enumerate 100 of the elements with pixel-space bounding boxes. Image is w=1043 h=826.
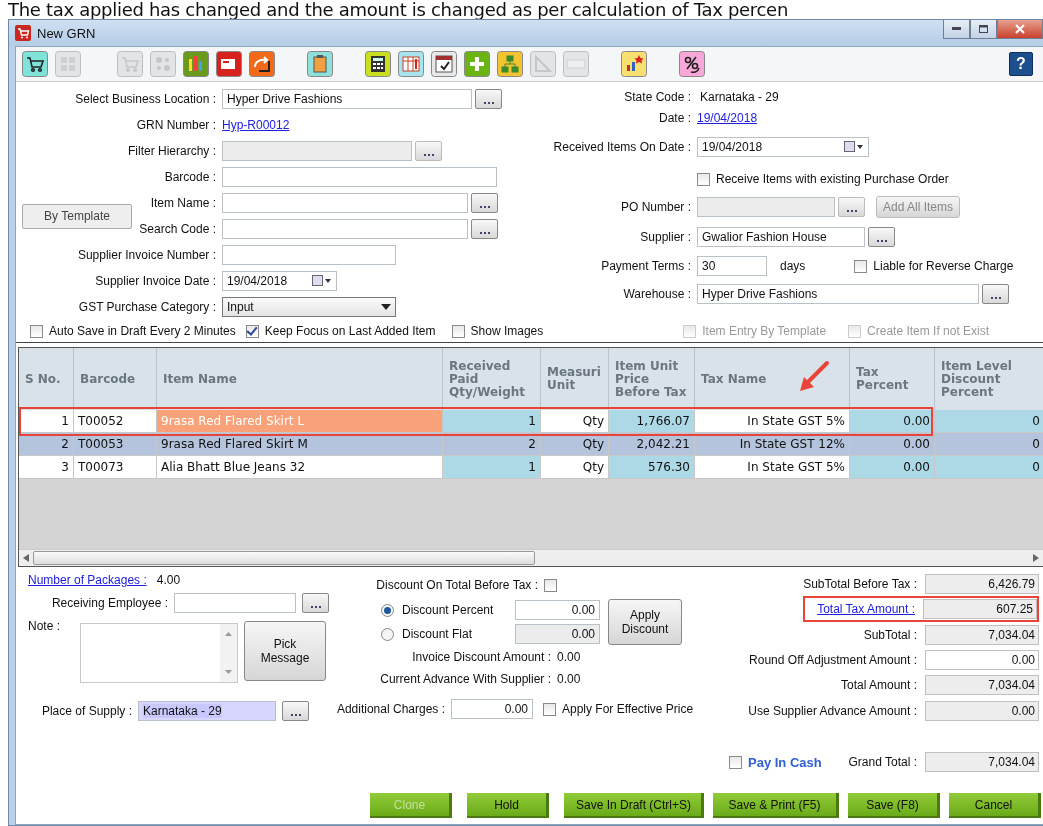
column-header[interactable]: Received Paid Qty/Weight: [443, 348, 541, 410]
field-label: Filter Hierarchy :: [127, 144, 216, 158]
input-field[interactable]: Hyper Drive Fashions: [697, 284, 979, 304]
cart-icon[interactable]: [22, 51, 48, 77]
by-template-button[interactable]: By Template: [22, 203, 132, 229]
bar-chart-icon[interactable]: [183, 51, 209, 77]
checkbox-option[interactable]: Receive Items with existing Purchase Order: [697, 172, 1043, 186]
action-button[interactable]: Save & Print (F5): [713, 793, 839, 818]
column-header[interactable]: S No.: [19, 348, 74, 410]
table-cell: 1,766.07: [609, 410, 695, 433]
browse-button[interactable]: [982, 284, 1009, 304]
input-field[interactable]: 0.00: [515, 624, 600, 644]
pay-in-cash-checkbox[interactable]: Pay In Cash: [729, 754, 822, 770]
discount-radio[interactable]: Discount Percent: [381, 603, 509, 617]
total-label: Total Amount :: [840, 678, 917, 693]
input-field[interactable]: [222, 219, 468, 239]
input-field[interactable]: [222, 167, 497, 187]
total-tax-amount-link[interactable]: Total Tax Amount :: [817, 602, 915, 617]
discount-radio[interactable]: Discount Flat: [381, 627, 509, 641]
total-value-field[interactable]: 607.25: [923, 599, 1037, 620]
input-field[interactable]: Gwalior Fashion House: [697, 227, 865, 247]
table-cell: Qty: [541, 456, 609, 479]
grn-number-link[interactable]: Hyp-R00012: [222, 118, 290, 132]
total-value-field[interactable]: 7,034.04: [925, 752, 1039, 773]
input-field[interactable]: Hyper Drive Fashions: [222, 89, 472, 109]
checkbox-option[interactable]: Keep Focus on Last Added Item: [245, 324, 436, 338]
column-header[interactable]: Item Unit Price Before Tax: [609, 348, 695, 410]
browse-button[interactable]: [475, 89, 502, 109]
amount-value: 0.00: [557, 672, 581, 686]
total-value-field[interactable]: 0.00: [925, 649, 1039, 670]
field-label: Place of Supply :: [40, 704, 132, 718]
action-button[interactable]: Save In Draft (Ctrl+S): [564, 793, 704, 818]
browse-button[interactable]: [282, 701, 309, 721]
field-label: Warehouse :: [622, 287, 691, 301]
field-label: Invoice Discount Amount :: [411, 650, 551, 664]
browse-button[interactable]: [471, 219, 498, 239]
total-value-field[interactable]: 0.00: [925, 700, 1039, 721]
column-header[interactable]: Item Level Discount Percent: [935, 348, 1043, 410]
browse-button[interactable]: [838, 197, 865, 217]
hierarchy-icon[interactable]: [497, 51, 523, 77]
field-label: Supplier Invoice Date :: [94, 274, 216, 288]
action-button[interactable]: Cancel: [949, 793, 1041, 818]
calendar-icon[interactable]: [431, 51, 457, 77]
close-button[interactable]: [997, 20, 1043, 39]
table-icon[interactable]: [398, 51, 424, 77]
plus-icon[interactable]: [464, 51, 490, 77]
column-header[interactable]: Barcode: [74, 348, 157, 410]
percent-icon[interactable]: [679, 51, 705, 77]
table-cell: Qty: [541, 410, 609, 433]
table-cell: 2: [443, 433, 541, 456]
input-field[interactable]: Input: [222, 297, 396, 317]
date-link[interactable]: 19/04/2018: [697, 110, 758, 125]
checkbox-option[interactable]: Apply For Effective Price: [543, 702, 694, 716]
note-field[interactable]: [80, 623, 238, 683]
discount-checkbox[interactable]: [544, 578, 557, 592]
input-field[interactable]: 30: [697, 256, 767, 276]
field-label: GRN Number :: [135, 118, 216, 132]
caption-text: The tax applied has changed and the amount is changed as per calculation of Tax percen: [7, 0, 789, 19]
total-value-field[interactable]: 6,426.79: [925, 573, 1039, 594]
input-field[interactable]: 0.00: [515, 600, 600, 620]
scroll-right-icon[interactable]: [1033, 554, 1039, 562]
checkbox-option[interactable]: Liable for Reverse Charge: [854, 259, 1014, 273]
card-icon[interactable]: [216, 51, 242, 77]
action-button[interactable]: Save (F8): [848, 793, 940, 818]
input-field[interactable]: [174, 593, 296, 613]
browse-button[interactable]: [471, 193, 498, 213]
input-field[interactable]: Karnataka - 29: [138, 701, 276, 721]
column-header[interactable]: Measuri Unit: [541, 348, 609, 410]
calculator-icon[interactable]: [365, 51, 391, 77]
scroll-up-icon[interactable]: [225, 632, 232, 636]
browse-button[interactable]: [415, 141, 442, 161]
input-field[interactable]: 19/04/2018: [697, 137, 869, 157]
checkbox-option[interactable]: Show Images: [451, 324, 544, 338]
input-field[interactable]: 19/04/2018: [222, 271, 337, 291]
number-of-packages-link[interactable]: Number of Packages :: [28, 573, 147, 587]
pick-message-button[interactable]: Pick Message: [244, 621, 326, 681]
total-value-field[interactable]: 7,034.04: [925, 675, 1039, 696]
scroll-down-icon[interactable]: [225, 670, 232, 674]
table-cell: In State GST 12%: [695, 433, 850, 456]
browse-button[interactable]: [868, 227, 895, 247]
clipboard-icon[interactable]: [307, 51, 333, 77]
scroll-left-icon[interactable]: [23, 554, 29, 562]
input-field[interactable]: [222, 193, 468, 213]
column-header[interactable]: Tax Percent: [850, 348, 935, 410]
input-field[interactable]: 0.00: [451, 699, 533, 719]
chart-icon[interactable]: [621, 51, 647, 77]
column-header[interactable]: Item Name: [157, 348, 443, 410]
browse-button[interactable]: [302, 593, 329, 613]
minimize-button[interactable]: [943, 20, 970, 39]
arrows-icon[interactable]: [249, 51, 275, 77]
horizontal-scrollbar[interactable]: [19, 549, 1043, 566]
table-cell: 1: [443, 456, 541, 479]
apply-discount-button[interactable]: Apply Discount: [608, 599, 682, 645]
action-button[interactable]: Hold: [467, 793, 549, 818]
input-field[interactable]: [222, 245, 396, 265]
checkbox-option[interactable]: Auto Save in Draft Every 2 Minutes: [30, 324, 236, 338]
total-value-field[interactable]: 7,034.04: [925, 624, 1039, 645]
column-header[interactable]: Tax Name: [695, 348, 850, 410]
maximize-button[interactable]: [970, 20, 997, 39]
help-button[interactable]: ?: [1009, 52, 1033, 76]
